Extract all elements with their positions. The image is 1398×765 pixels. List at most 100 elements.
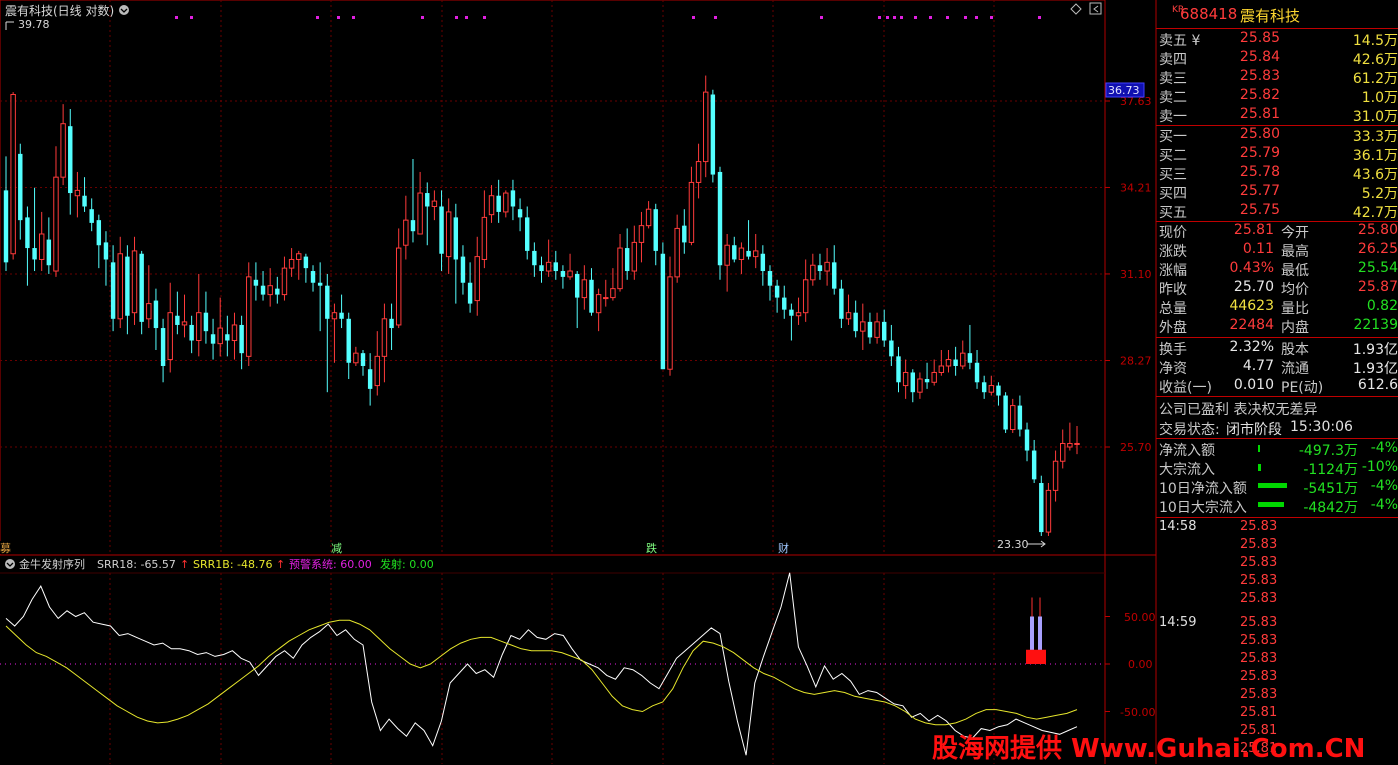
signal-marker xyxy=(316,16,319,19)
candle xyxy=(996,382,1001,406)
candle xyxy=(839,279,844,329)
candle xyxy=(46,217,52,274)
bid-volume: 5.2万 xyxy=(1361,186,1398,202)
ask-label: 卖一 xyxy=(1159,109,1187,125)
candle xyxy=(431,190,438,221)
ask-row: 卖四 25.84 42.6万 xyxy=(1158,49,1398,68)
bid-row: 买一 25.80 33.3万 xyxy=(1158,126,1398,145)
stat-value: 0.43% xyxy=(1229,260,1274,276)
candle xyxy=(960,340,966,370)
stat-row: 涨跌 0.11 最高 26.25 xyxy=(1158,241,1398,260)
candle xyxy=(139,250,144,335)
flow-value: -4842万 xyxy=(1303,500,1358,516)
candle xyxy=(724,233,730,292)
signal-marker xyxy=(175,16,178,19)
flow-label: 10日净流入额 xyxy=(1159,481,1247,497)
stat-label2: 均价 xyxy=(1281,282,1309,298)
bid-price[interactable]: 25.78 xyxy=(1240,164,1280,180)
chart-title: 震有科技(日线 对数) xyxy=(5,3,114,18)
bid-label: 买五 xyxy=(1159,205,1187,221)
tick-price: 25.83 xyxy=(1240,537,1278,552)
ask-price[interactable]: 25.81 xyxy=(1240,106,1280,122)
candle xyxy=(82,177,87,212)
stat-label: 外盘 xyxy=(1159,320,1187,336)
signal-marker xyxy=(878,16,881,19)
watermark: 股海网提供 Www.Guhai.Com.CN xyxy=(932,734,1366,764)
candle xyxy=(624,228,630,280)
candle xyxy=(167,282,173,373)
candle xyxy=(525,206,530,260)
candle xyxy=(717,166,723,280)
tick-price: 25.83 xyxy=(1240,615,1278,630)
candle xyxy=(867,312,873,344)
candle xyxy=(610,268,616,301)
bid-volume: 36.1万 xyxy=(1352,148,1398,164)
ask-price[interactable]: 25.83 xyxy=(1240,68,1280,84)
stat2-value2: 1.93亿 xyxy=(1352,361,1398,377)
stat-value: 22484 xyxy=(1229,317,1274,333)
bid-price[interactable]: 25.75 xyxy=(1240,202,1280,218)
low-mark: 23.30 xyxy=(997,538,1029,551)
signal-marker xyxy=(714,16,717,19)
event-label-reduce[interactable]: 减 xyxy=(331,542,342,555)
signal-marker xyxy=(692,16,695,19)
ask-volume: 1.0万 xyxy=(1361,90,1398,106)
ask-price[interactable]: 25.84 xyxy=(1240,49,1280,65)
candle xyxy=(617,233,623,292)
flow-bar xyxy=(1258,464,1261,471)
candle xyxy=(496,179,501,223)
trade-status-label: 交易状态: xyxy=(1159,422,1220,438)
stat-label: 昨收 xyxy=(1159,282,1187,298)
ask-price[interactable]: 25.82 xyxy=(1240,87,1280,103)
stat2-label: 换手 xyxy=(1159,342,1187,358)
indicator-settings-icon[interactable] xyxy=(5,559,15,569)
candle xyxy=(581,265,588,310)
candle xyxy=(924,362,930,389)
candle xyxy=(789,303,794,341)
candle xyxy=(638,211,645,263)
signal-marker xyxy=(886,16,889,19)
candle xyxy=(1052,450,1059,502)
candle xyxy=(738,242,745,274)
candle xyxy=(381,303,388,383)
low-mark-arrow xyxy=(1027,540,1046,548)
diamond-icon[interactable] xyxy=(1070,3,1082,15)
event-label-drop[interactable]: 跌 xyxy=(646,541,657,555)
event-label-raise[interactable]: 募 xyxy=(0,542,11,555)
bid-price[interactable]: 25.77 xyxy=(1240,183,1280,199)
stat-value: 25.81 xyxy=(1233,222,1274,238)
ask-price[interactable]: 25.85 xyxy=(1240,30,1280,46)
tick-row: 25.83 xyxy=(1158,591,1398,610)
candle xyxy=(110,245,116,332)
srr1b-arrow-icon: ↑ xyxy=(276,558,285,571)
stat-row: 总量 44623 量比 0.82 xyxy=(1158,298,1398,317)
stat2-label2: 股本 xyxy=(1281,342,1309,358)
candle xyxy=(1067,422,1073,451)
flow-row: 大宗流入 -1124万 -10% xyxy=(1158,459,1398,478)
bid-price[interactable]: 25.80 xyxy=(1240,126,1280,142)
expand-icon[interactable] xyxy=(1089,2,1102,15)
candle xyxy=(389,303,394,350)
stat2-label: 收益(一) xyxy=(1159,380,1212,396)
tick-row: 14:59 25.83 xyxy=(1158,615,1398,634)
signal-marker xyxy=(914,16,917,19)
candle xyxy=(360,349,366,376)
candle xyxy=(710,89,716,183)
current-price-marker-text: 36.73 xyxy=(1108,84,1140,97)
stock-code[interactable]: 688418 xyxy=(1180,5,1237,23)
event-label-finance[interactable]: 财 xyxy=(778,541,789,555)
stock-name[interactable]: 震有科技 xyxy=(1240,5,1300,26)
ask-label: 卖四 xyxy=(1159,52,1187,68)
candle xyxy=(410,158,416,243)
chevron-down-icon[interactable] xyxy=(119,5,129,15)
candle xyxy=(674,214,680,283)
candle xyxy=(896,346,901,393)
candle xyxy=(931,359,937,386)
bid-price[interactable]: 25.79 xyxy=(1240,145,1280,161)
signal-marker xyxy=(352,16,355,19)
candle xyxy=(603,279,609,307)
candle xyxy=(460,245,466,295)
ask-row: 卖一 25.81 31.0万 xyxy=(1158,106,1398,125)
stat2-label2: PE(动) xyxy=(1281,380,1324,396)
candle xyxy=(210,318,216,360)
